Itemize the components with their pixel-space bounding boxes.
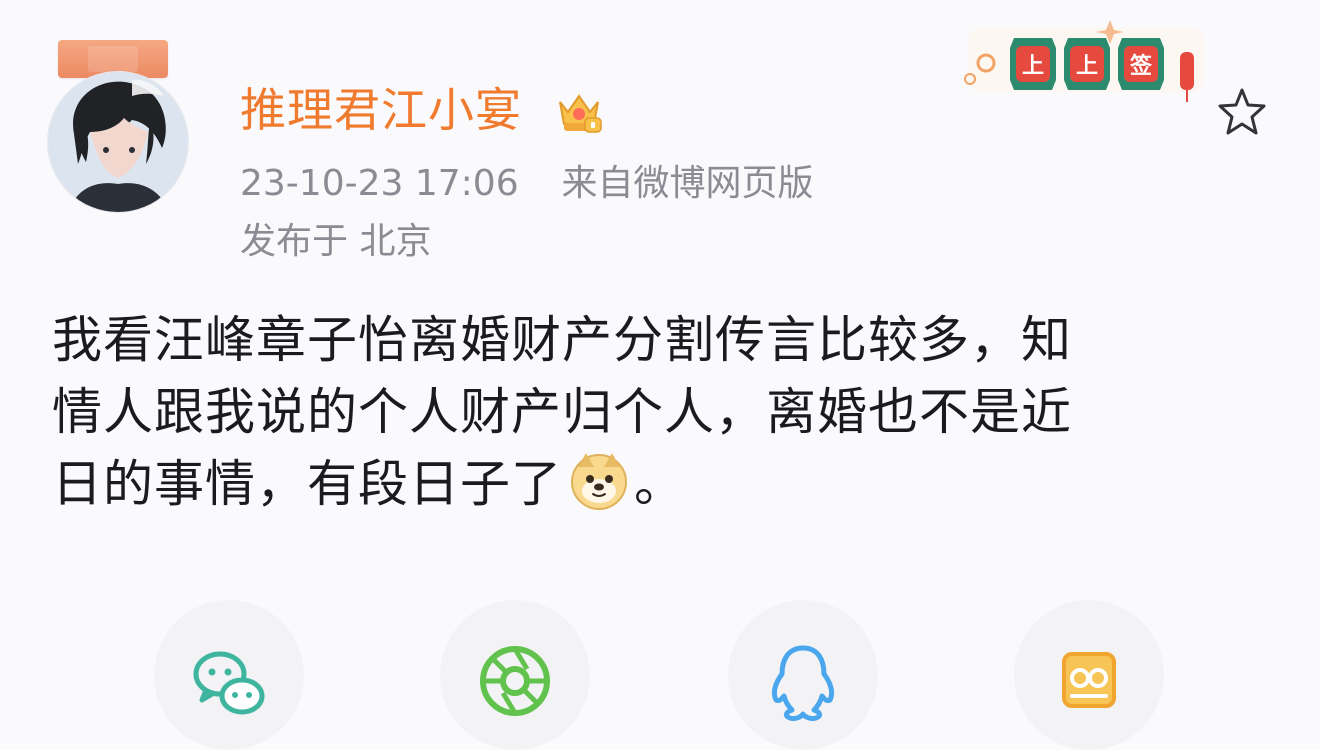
- weibo-post-card: 推理君江小宴 23-10-23 17:06 来自微博网页版 发布于 北京 上 上…: [0, 0, 1320, 750]
- post-line-3-end: 。: [634, 455, 685, 513]
- post-line-1: 我看汪峰章子怡离婚财产分割传言比较多，知: [52, 311, 1072, 369]
- qzone-icon: [1062, 652, 1116, 708]
- post-timestamp[interactable]: 23-10-23 17:06: [240, 163, 519, 204]
- qq-icon: [771, 645, 835, 721]
- wechat-icon: [193, 651, 265, 715]
- post-location: 发布于 北京: [240, 221, 432, 262]
- badge-char-3: 签: [1129, 53, 1153, 79]
- post-source: 来自微博网页版: [561, 163, 814, 204]
- post-line-2: 情人跟我说的个人财产归个人，离婚也不是近: [52, 383, 1072, 441]
- avatar-illustration: [48, 72, 188, 212]
- post-line-3: 日的事情，有段日子了 。: [52, 448, 1232, 520]
- badge-char-2: 上: [1076, 54, 1098, 79]
- shangshangqian-badge-icon[interactable]: 上 上 签: [958, 16, 1214, 106]
- badge-char-1: 上: [1022, 54, 1044, 79]
- share-wechat-button[interactable]: [154, 600, 304, 750]
- avatar-wrap[interactable]: [48, 40, 190, 212]
- share-row: [0, 600, 1320, 750]
- share-moments-button[interactable]: [440, 600, 590, 750]
- favorite-star-icon[interactable]: [1216, 86, 1268, 138]
- moments-icon: [480, 646, 550, 716]
- post-line-3-text: 日的事情，有段日子了: [52, 455, 562, 513]
- author-name[interactable]: 推理君江小宴: [240, 80, 522, 140]
- avatar[interactable]: [48, 72, 188, 212]
- post-content: 我看汪峰章子怡离婚财产分割传言比较多，知 情人跟我说的个人财产归个人，离婚也不是…: [52, 304, 1232, 520]
- share-qzone-button[interactable]: [1014, 600, 1164, 750]
- post-meta: 23-10-23 17:06 来自微博网页版: [240, 160, 814, 208]
- crown-icon: [559, 94, 602, 133]
- share-qq-button[interactable]: [728, 600, 878, 750]
- doge-emoji-icon: [571, 453, 627, 510]
